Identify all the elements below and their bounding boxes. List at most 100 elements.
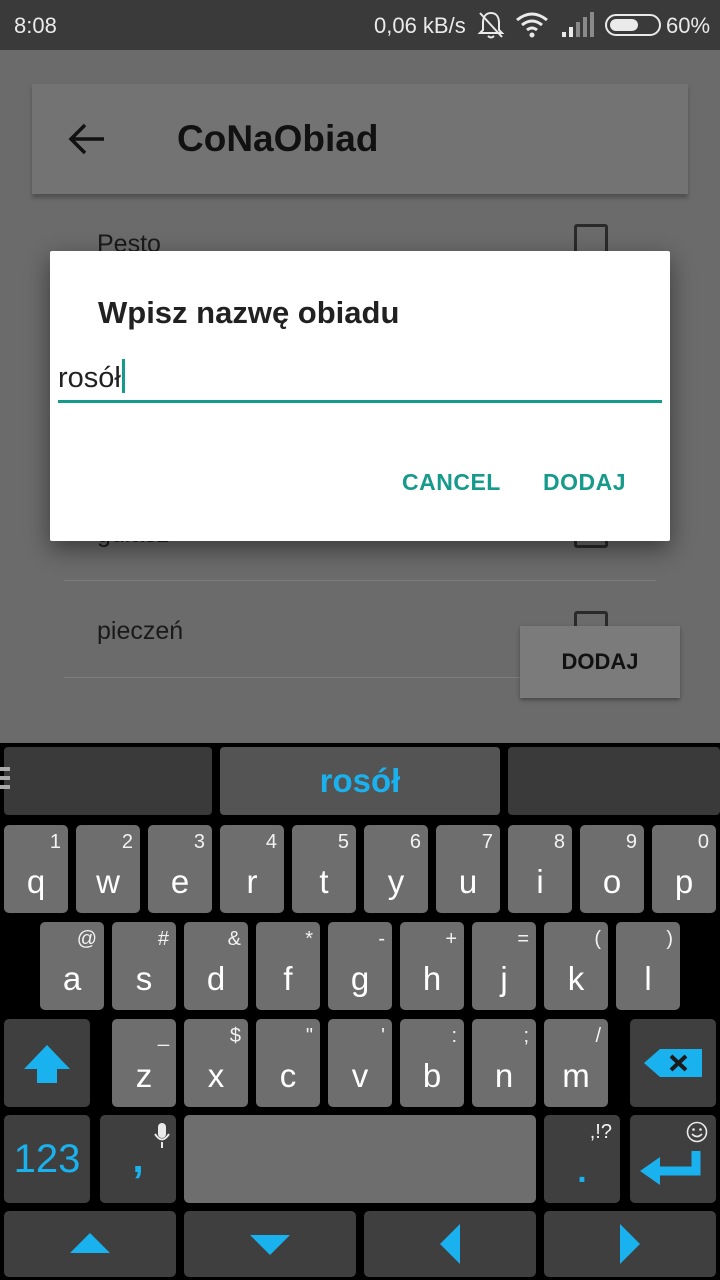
key-hint: 3 xyxy=(193,831,205,853)
period-label: . xyxy=(577,1152,587,1190)
key-hint: ) xyxy=(666,928,673,950)
key-x[interactable]: $ x xyxy=(184,1019,248,1107)
key-hint: 0 xyxy=(697,831,709,853)
key-hint: " xyxy=(305,1025,313,1047)
space-key[interactable] xyxy=(184,1115,536,1203)
arrow-up-icon xyxy=(70,1233,110,1253)
key-label: r xyxy=(246,863,258,900)
soft-keyboard: rosół 1 q 2 w 3 e 4 r 5 t 6 y 7 u 8 i 9 o 0 p @ a # s & d * f - g + h = j… xyxy=(0,743,720,1280)
key-label: s xyxy=(135,960,153,997)
key-p[interactable]: 0p xyxy=(652,825,716,913)
arrow-up-key[interactable] xyxy=(4,1211,176,1277)
suggestion-right[interactable] xyxy=(508,747,720,815)
dodaj-button[interactable]: DODAJ xyxy=(543,469,626,496)
key-label: u xyxy=(458,863,478,900)
arrow-down-key[interactable] xyxy=(184,1211,356,1277)
key-label: f xyxy=(283,960,293,997)
key-hint: # xyxy=(157,928,169,950)
shift-key[interactable] xyxy=(4,1019,90,1107)
arrow-back-icon[interactable] xyxy=(68,122,106,156)
key-b[interactable]: :b xyxy=(400,1019,464,1107)
key-label: l xyxy=(644,960,652,997)
battery-percent: 60% xyxy=(666,13,711,38)
key-label: n xyxy=(494,1057,514,1094)
key-hint: 6 xyxy=(409,831,421,853)
arrow-right-key[interactable] xyxy=(544,1211,716,1277)
key-label: z xyxy=(135,1057,153,1094)
key-hint: = xyxy=(517,928,529,950)
arrow-right-icon xyxy=(620,1224,640,1264)
backspace-key[interactable] xyxy=(630,1019,716,1107)
key-label: b xyxy=(422,1057,442,1094)
key-c[interactable]: " c xyxy=(256,1019,320,1107)
period-key[interactable]: ,!? . xyxy=(544,1115,620,1203)
enter-key[interactable] xyxy=(630,1115,716,1203)
shift-icon xyxy=(24,1045,70,1083)
battery-icon xyxy=(605,14,661,36)
dialog-title: Wpisz nazwę obiadu xyxy=(98,295,400,330)
key-hint: 2 xyxy=(121,831,133,853)
dinner-name-input[interactable]: rosół xyxy=(58,351,662,403)
key-j[interactable]: = j xyxy=(472,922,536,1010)
key-label: m xyxy=(562,1057,590,1094)
key-o[interactable]: 9o xyxy=(580,825,644,913)
arrow-left-key[interactable] xyxy=(364,1211,536,1277)
key-w[interactable]: 2w xyxy=(76,825,140,913)
key-hint: + xyxy=(445,928,457,950)
app-title: CoNaObiad xyxy=(177,118,379,159)
key-hint: * xyxy=(305,928,313,950)
status-bar: 8:08 0,06 kB/s 60% xyxy=(0,0,720,50)
key-n[interactable]: ; n xyxy=(472,1019,536,1107)
key-z[interactable]: _ z xyxy=(112,1019,176,1107)
signal-icon xyxy=(562,12,594,37)
key-hint: 7 xyxy=(481,831,493,853)
key-hint: ( xyxy=(594,928,601,950)
key-a[interactable]: @ a xyxy=(40,922,104,1010)
key-hint: : xyxy=(451,1025,457,1047)
key-label: c xyxy=(279,1057,297,1094)
key-hint: 1 xyxy=(49,831,61,853)
arrow-left-icon xyxy=(440,1224,460,1264)
key-label: e xyxy=(170,863,190,900)
key-hint: ; xyxy=(523,1025,529,1047)
key-k[interactable]: (k xyxy=(544,922,608,1010)
suggestion-left[interactable] xyxy=(4,747,212,815)
key-hint: - xyxy=(378,928,385,950)
key-label: h xyxy=(422,960,442,997)
key-hint: ' xyxy=(381,1025,385,1047)
key-hint: 8 xyxy=(553,831,565,853)
key-label: o xyxy=(602,863,622,900)
key-hint: @ xyxy=(76,928,97,950)
key-label: a xyxy=(62,960,82,997)
key-t[interactable]: 5t xyxy=(292,825,356,913)
key-r[interactable]: 4r xyxy=(220,825,284,913)
key-v[interactable]: ' v xyxy=(328,1019,392,1107)
key-label: v xyxy=(351,1057,369,1094)
key-d[interactable]: & d xyxy=(184,922,248,1010)
list-item-label: pieczeń xyxy=(97,617,184,645)
key-u[interactable]: 7u xyxy=(436,825,500,913)
enter-icon xyxy=(640,1151,701,1185)
backspace-icon xyxy=(644,1049,702,1077)
key-label: t xyxy=(319,863,329,900)
key-label: q xyxy=(26,863,46,900)
add-button[interactable]: DODAJ xyxy=(520,626,680,698)
key-q[interactable]: 1q xyxy=(4,825,68,913)
input-value: rosół xyxy=(58,362,121,394)
key-i[interactable]: 8i xyxy=(508,825,572,913)
suggestion-main[interactable]: rosół xyxy=(220,747,500,815)
cancel-button[interactable]: CANCEL xyxy=(402,469,501,496)
menu-icon[interactable] xyxy=(0,767,10,795)
key-m[interactable]: / m xyxy=(544,1019,608,1107)
key-y[interactable]: 6y xyxy=(364,825,428,913)
key-label: g xyxy=(350,960,370,997)
key-h[interactable]: + h xyxy=(400,922,464,1010)
key-g[interactable]: -g xyxy=(328,922,392,1010)
key-s[interactable]: # s xyxy=(112,922,176,1010)
key-e[interactable]: 3e xyxy=(148,825,212,913)
key-l[interactable]: ) l xyxy=(616,922,680,1010)
key-f[interactable]: * f xyxy=(256,922,320,1010)
numbers-key[interactable]: 123 xyxy=(4,1115,90,1203)
key-label: w xyxy=(96,863,120,900)
key-hint: _ xyxy=(157,1025,169,1047)
